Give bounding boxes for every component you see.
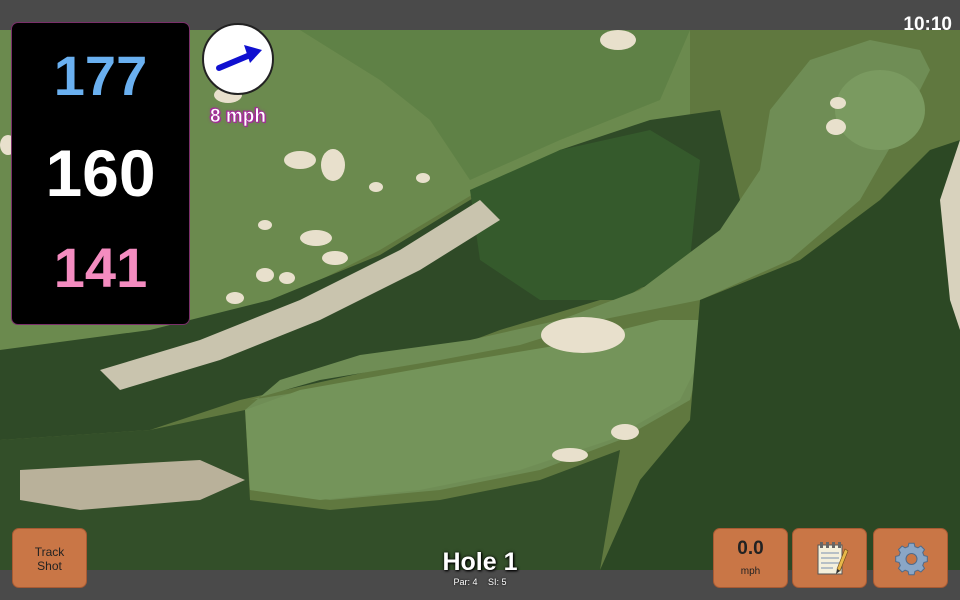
clock: 10:10 [903,14,952,35]
stroke-index-label: SI: 5 [488,577,507,587]
yardage-panel: 177 160 141 [11,22,190,325]
hole-title: Hole 1 [442,548,518,576]
front-yardage: 141 [53,236,148,299]
track-shot-button[interactable]: Track Shot [12,528,87,588]
par-label: Par: 4 [453,577,478,587]
speed-unit: mph [740,566,761,577]
notes-button[interactable] [792,528,867,588]
wind-speed-label: 8 mph [210,106,267,128]
wind-indicator [202,23,274,95]
speed-value: 0.0 [737,538,764,559]
settings-button[interactable] [873,528,948,588]
notepad-icon [817,542,849,575]
center-yardage: 160 [45,136,156,210]
track-shot-label-line2: Shot [37,559,62,573]
wind-direction-arrow-icon [216,45,262,71]
back-yardage: 177 [53,44,148,107]
track-shot-label-line1: Track [34,545,65,559]
speed-button[interactable]: 0.0 mph [713,528,788,588]
hole-info: Par: 4 SI: 5 [380,577,580,587]
gear-icon [895,542,928,576]
